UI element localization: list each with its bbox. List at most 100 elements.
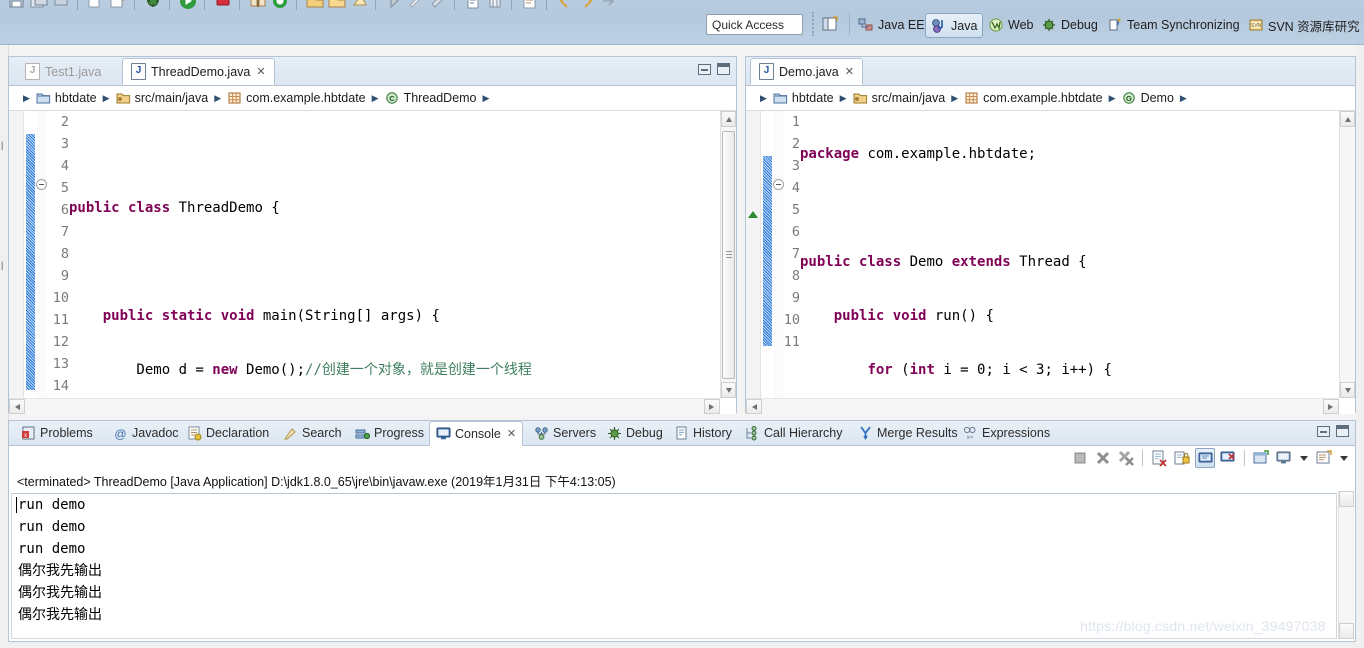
scroll-lock-icon[interactable] xyxy=(1172,448,1192,468)
previous-edit-icon[interactable] xyxy=(555,0,575,11)
code-line[interactable]: public static void main(String[] args) { xyxy=(69,305,718,327)
scroll-down-icon[interactable] xyxy=(1340,382,1355,398)
close-icon[interactable]: ✕ xyxy=(845,65,854,78)
breadcrumb-item-class[interactable]: G Demo xyxy=(1122,91,1174,105)
show-console-on-error-icon[interactable] xyxy=(1218,448,1238,468)
perspective-web[interactable]: Web xyxy=(988,14,1033,36)
perspective-java[interactable]: Java xyxy=(925,13,984,38)
code-text-left[interactable]: public class ThreadDemo { public static … xyxy=(69,111,718,414)
scroll-up-icon[interactable] xyxy=(1340,111,1355,127)
view-tab-call-hierarchy[interactable]: Call Hierarchy xyxy=(739,421,849,445)
scroll-down-icon[interactable] xyxy=(1339,623,1354,639)
last-edit-location-icon[interactable] xyxy=(428,0,448,11)
remove-launch-icon[interactable] xyxy=(1093,448,1113,468)
editor-vertical-scrollbar-left[interactable] xyxy=(720,111,736,398)
open-type-icon[interactable] xyxy=(305,0,325,11)
view-tab-history[interactable]: History xyxy=(668,421,738,445)
breadcrumb-item-source-folder[interactable]: src/main/java xyxy=(116,91,208,105)
run-launch-icon[interactable] xyxy=(178,0,198,11)
code-line[interactable] xyxy=(69,143,718,165)
code-line[interactable]: public void run() { xyxy=(800,305,1337,327)
scroll-up-icon[interactable] xyxy=(1339,491,1354,507)
marker-bar-left[interactable] xyxy=(9,111,24,414)
scroll-left-icon[interactable] xyxy=(746,399,762,414)
pin-console-icon[interactable] xyxy=(1251,448,1271,468)
view-tab-expressions[interactable]: x= Expressions xyxy=(957,421,1056,445)
open-console-icon[interactable] xyxy=(1314,448,1334,468)
scroll-left-icon[interactable] xyxy=(9,399,25,414)
close-icon[interactable]: ✕ xyxy=(507,427,516,440)
save-icon[interactable] xyxy=(7,0,27,11)
search-toolbar-icon[interactable] xyxy=(349,0,369,11)
editor-horizontal-scrollbar-right[interactable] xyxy=(746,398,1339,414)
chevron-down-icon[interactable] xyxy=(1300,455,1308,461)
clear-console-icon[interactable] xyxy=(1149,448,1169,468)
scroll-down-icon[interactable] xyxy=(721,382,736,398)
scroll-up-icon[interactable] xyxy=(721,111,736,127)
scroll-right-icon[interactable] xyxy=(704,399,720,414)
maximize-icon[interactable] xyxy=(717,63,730,75)
code-line[interactable]: package com.example.hbtdate; xyxy=(800,143,1337,165)
breadcrumb-item-package[interactable]: com.example.hbtdate xyxy=(964,91,1103,105)
open-task-icon[interactable] xyxy=(248,0,268,11)
breadcrumb-item-project[interactable]: hbtdate xyxy=(773,91,834,105)
print-icon[interactable] xyxy=(51,0,71,11)
scrollbar-thumb[interactable] xyxy=(722,131,735,379)
view-tab-servers[interactable]: Servers xyxy=(528,421,602,445)
view-tab-console[interactable]: Console ✕ xyxy=(429,421,524,446)
perspective-team-synchronizing[interactable]: Team Synchronizing xyxy=(1107,14,1240,36)
breadcrumb-item-class[interactable]: C ThreadDemo xyxy=(385,91,477,105)
debug-launch-icon[interactable] xyxy=(143,0,163,11)
view-tab-problems[interactable]: x Problems xyxy=(15,421,99,445)
console-vertical-scrollbar[interactable] xyxy=(1338,491,1354,639)
perspective-java-ee[interactable]: Java EE xyxy=(858,14,925,36)
view-tab-merge-results[interactable]: Merge Results xyxy=(852,421,964,445)
editor-tab-test1[interactable]: Test1.java xyxy=(17,58,109,85)
terminate-icon[interactable] xyxy=(1070,448,1090,468)
save-all-icon[interactable] xyxy=(29,0,49,11)
close-icon[interactable]: ✕ xyxy=(256,65,265,78)
open-resource-icon[interactable] xyxy=(327,0,347,11)
view-tab-debug[interactable]: Debug xyxy=(601,421,669,445)
breadcrumb-item-project[interactable]: hbtdate xyxy=(36,91,97,105)
view-tab-declaration[interactable]: Declaration xyxy=(181,421,275,445)
show-console-on-output-icon[interactable] xyxy=(1195,448,1215,468)
code-line[interactable]: public class ThreadDemo { xyxy=(69,197,718,219)
previous-annotation-icon[interactable] xyxy=(406,0,426,11)
minimize-icon[interactable] xyxy=(698,63,711,75)
view-tab-search[interactable]: Search xyxy=(277,421,348,445)
display-selected-console-icon[interactable] xyxy=(1274,448,1294,468)
code-line[interactable] xyxy=(69,251,718,273)
show-whitespace-icon[interactable] xyxy=(485,0,505,11)
perspective-debug[interactable]: Debug xyxy=(1041,14,1098,36)
next-edit-icon[interactable] xyxy=(577,0,597,11)
new-wizard-icon[interactable] xyxy=(86,0,106,11)
editor-horizontal-scrollbar-left[interactable] xyxy=(9,398,720,414)
perspective-svn-repository[interactable]: SVN SVN 资源库研究 xyxy=(1248,14,1360,36)
next-annotation-icon[interactable] xyxy=(384,0,404,11)
breadcrumb-item-package[interactable]: com.example.hbtdate xyxy=(227,91,366,105)
run-external-tools-icon[interactable] xyxy=(213,0,233,11)
new-java-project-icon[interactable] xyxy=(108,0,128,11)
marker-bar-right[interactable] xyxy=(746,111,761,414)
editor-tab-threaddemo[interactable]: ThreadDemo.java ✕ xyxy=(122,58,275,85)
open-declaration-icon[interactable] xyxy=(520,0,540,11)
forward-history-icon[interactable] xyxy=(599,0,619,11)
editor-vertical-scrollbar-right[interactable] xyxy=(1339,111,1355,398)
open-perspective-icon[interactable] xyxy=(820,14,840,34)
scroll-right-icon[interactable] xyxy=(1323,399,1339,414)
code-line[interactable]: public class Demo extends Thread { xyxy=(800,251,1337,273)
maximize-icon[interactable] xyxy=(1336,425,1349,437)
sync-icon[interactable] xyxy=(270,0,290,11)
remove-all-terminated-icon[interactable] xyxy=(1116,448,1136,468)
code-line[interactable]: for (int i = 0; i < 3; i++) { xyxy=(800,359,1337,381)
quick-access-input[interactable]: Quick Access xyxy=(706,14,803,35)
minimize-icon[interactable] xyxy=(1317,425,1330,437)
editor-tab-demo[interactable]: Demo.java ✕ xyxy=(750,58,863,85)
code-line[interactable]: Demo d = new Demo();//创建一个对象，就是创建一个线程 xyxy=(69,359,718,381)
breadcrumb-item-source-folder[interactable]: src/main/java xyxy=(853,91,945,105)
view-tab-javadoc[interactable]: @ Javadoc xyxy=(107,421,185,445)
toggle-mark-occurrences-icon[interactable] xyxy=(463,0,483,11)
view-tab-progress[interactable]: Progress xyxy=(349,421,430,445)
code-text-right[interactable]: package com.example.hbtdate; public clas… xyxy=(800,111,1337,414)
